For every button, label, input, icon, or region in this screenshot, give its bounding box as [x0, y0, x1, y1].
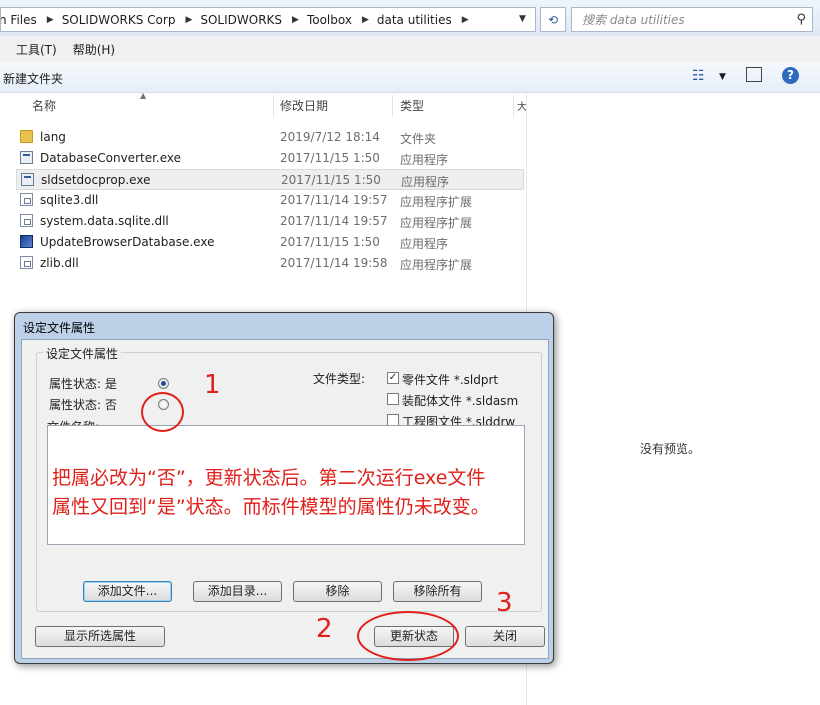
file-row[interactable]: DatabaseConverter.exe 2017/11/15 1:50 应用… — [16, 148, 524, 169]
annotation-circle-update — [357, 611, 459, 661]
column-divider[interactable] — [513, 95, 514, 117]
new-folder-button[interactable]: 新建文件夹 — [3, 70, 63, 87]
file-row[interactable]: lang 2019/7/12 18:14 文件夹 — [16, 127, 524, 148]
annotation-number-1: 1 — [204, 370, 221, 400]
annotation-number-2: 2 — [316, 614, 333, 644]
breadcrumb-solidworks-corp[interactable]: SOLIDWORKS Corp — [62, 13, 176, 27]
file-date: 2017/11/14 19:57 — [280, 214, 388, 228]
file-name: UpdateBrowserDatabase.exe — [40, 235, 215, 249]
dll-icon — [20, 214, 33, 227]
breadcrumb-toolbox[interactable]: Toolbox — [307, 13, 352, 27]
dll-icon — [20, 193, 33, 206]
set-file-properties-dialog: 设定文件属性 设定文件属性 属性状态: 是 属性状态: 否 文件类型: ✓ 零件… — [14, 312, 554, 664]
column-header-size[interactable]: 大 — [517, 93, 526, 117]
preview-empty-text: 没有预览。 — [640, 442, 701, 456]
breadcrumb-data-utilities[interactable]: data utilities — [377, 13, 452, 27]
file-type: 应用程序 — [400, 153, 449, 167]
file-date: 2017/11/15 1:50 — [281, 173, 381, 187]
breadcrumb-separator-icon[interactable]: ▶ — [47, 15, 54, 25]
file-name: zlib.dll — [40, 256, 79, 270]
annotation-line: 属性又回到“是”状态。而标件模型的属性仍未改变。 — [52, 496, 490, 518]
add-file-button[interactable]: 添加文件... — [83, 581, 172, 602]
prop-yes-label: 属性状态: 是 — [49, 377, 117, 391]
group-title: 设定文件属性 — [43, 345, 122, 362]
file-date: 2019/7/12 18:14 — [280, 130, 380, 144]
file-name: DatabaseConverter.exe — [40, 151, 182, 165]
annotation-text: 把属必改为“否”，更新状态后。第二次运行exe文件 属性又回到“是”状态。而标件… — [52, 464, 490, 522]
file-row[interactable]: UpdateBrowserDatabase.exe 2017/11/15 1:5… — [16, 232, 524, 253]
column-header-name[interactable]: 名称 — [32, 93, 56, 117]
dialog-body: 设定文件属性 属性状态: 是 属性状态: 否 文件类型: ✓ 零件文件 *.sl… — [21, 339, 549, 659]
menu-tools[interactable]: 工具(T) — [16, 41, 57, 58]
file-name: sldsetdocprop.exe — [41, 173, 151, 187]
file-date: 2017/11/14 19:57 — [280, 193, 388, 207]
preview-pane-icon[interactable] — [746, 67, 762, 82]
dialog-title: 设定文件属性 — [23, 321, 96, 335]
column-header-date[interactable]: 修改日期 — [280, 93, 328, 117]
search-input[interactable]: 搜索 data utilities — [582, 11, 796, 28]
properties-group: 设定文件属性 属性状态: 是 属性状态: 否 文件类型: ✓ 零件文件 *.sl… — [36, 345, 542, 612]
breadcrumb-separator-icon[interactable]: ▶ — [362, 15, 369, 25]
file-list-box[interactable]: 把属必改为“否”，更新状态后。第二次运行exe文件 属性又回到“是”状态。而标件… — [47, 425, 525, 545]
help-icon[interactable]: ? — [782, 67, 799, 84]
part-type-checkbox[interactable]: ✓ — [387, 372, 399, 384]
annotation-circle-radio — [141, 392, 184, 432]
update-exe-icon — [20, 235, 33, 248]
breadcrumb-solidworks[interactable]: SOLIDWORKS — [200, 13, 282, 27]
address-bar[interactable]: n Files ▶ SOLIDWORKS Corp ▶ SOLIDWORKS ▶… — [0, 7, 536, 32]
search-box[interactable]: 搜索 data utilities ⚲ — [571, 7, 813, 32]
menu-help[interactable]: 帮助(H) — [73, 41, 115, 58]
file-row[interactable]: system.data.sqlite.dll 2017/11/14 19:57 … — [16, 211, 524, 232]
assembly-type-checkbox[interactable] — [387, 393, 399, 405]
add-directory-button[interactable]: 添加目录... — [193, 581, 282, 602]
file-type: 应用程序 — [400, 237, 449, 251]
breadcrumb-program-files[interactable]: n Files — [1, 13, 37, 27]
show-selected-properties-button[interactable]: 显示所选属性 — [35, 626, 165, 647]
annotation-number-3: 3 — [496, 588, 513, 618]
file-date: 2017/11/14 19:58 — [280, 256, 388, 270]
part-type-label[interactable]: 零件文件 *.sldprt — [402, 371, 498, 388]
file-type: 应用程序扩展 — [400, 258, 473, 272]
breadcrumb-separator-icon[interactable]: ▶ — [185, 15, 192, 25]
exe-icon — [21, 173, 34, 186]
file-type: 应用程序 — [401, 175, 450, 189]
file-type: 文件夹 — [400, 132, 437, 146]
close-button[interactable]: 关闭 — [465, 626, 545, 647]
file-row-selected[interactable]: sldsetdocprop.exe 2017/11/15 1:50 应用程序 — [16, 169, 524, 190]
folder-icon — [20, 130, 33, 143]
file-row[interactable]: sqlite3.dll 2017/11/14 19:57 应用程序扩展 — [16, 190, 524, 211]
views-dropdown-icon[interactable]: ▼ — [719, 72, 726, 82]
refresh-button[interactable]: ⟲ — [540, 7, 566, 32]
remove-all-button[interactable]: 移除所有 — [393, 581, 482, 602]
breadcrumb-separator-icon[interactable]: ▶ — [292, 15, 299, 25]
remove-button[interactable]: 移除 — [293, 581, 382, 602]
refresh-icon: ⟲ — [547, 12, 559, 27]
dll-icon — [20, 256, 33, 269]
prop-yes-radio[interactable] — [158, 378, 169, 389]
file-name: system.data.sqlite.dll — [40, 214, 169, 228]
search-icon[interactable]: ⚲ — [796, 12, 806, 27]
sort-ascending-icon: ▲ — [140, 91, 147, 100]
address-history-dropdown-icon[interactable]: ▼ — [519, 14, 526, 24]
file-name: sqlite3.dll — [40, 193, 99, 207]
file-date: 2017/11/15 1:50 — [280, 235, 380, 249]
breadcrumb-separator-icon[interactable]: ▶ — [462, 15, 469, 25]
file-type: 应用程序扩展 — [400, 195, 473, 209]
file-types-label: 文件类型: — [313, 372, 366, 386]
annotation-line: 把属必改为“否”，更新状态后。第二次运行exe文件 — [52, 467, 486, 489]
assembly-type-label[interactable]: 装配体文件 *.sldasm — [402, 392, 518, 409]
file-row[interactable]: zlib.dll 2017/11/14 19:58 应用程序扩展 — [16, 253, 524, 274]
command-toolbar: 新建文件夹 ☷ ▼ ? — [0, 62, 820, 93]
column-divider[interactable] — [273, 95, 274, 117]
file-name: lang — [40, 130, 66, 144]
exe-icon — [20, 151, 33, 164]
file-date: 2017/11/15 1:50 — [280, 151, 380, 165]
column-divider[interactable] — [392, 95, 393, 117]
views-icon[interactable]: ☷ — [692, 68, 705, 84]
menu-bar: 工具(T) 帮助(H) — [0, 36, 820, 62]
column-header-type[interactable]: 类型 — [400, 93, 424, 117]
prop-no-label: 属性状态: 否 — [49, 398, 117, 412]
file-type: 应用程序扩展 — [400, 216, 473, 230]
